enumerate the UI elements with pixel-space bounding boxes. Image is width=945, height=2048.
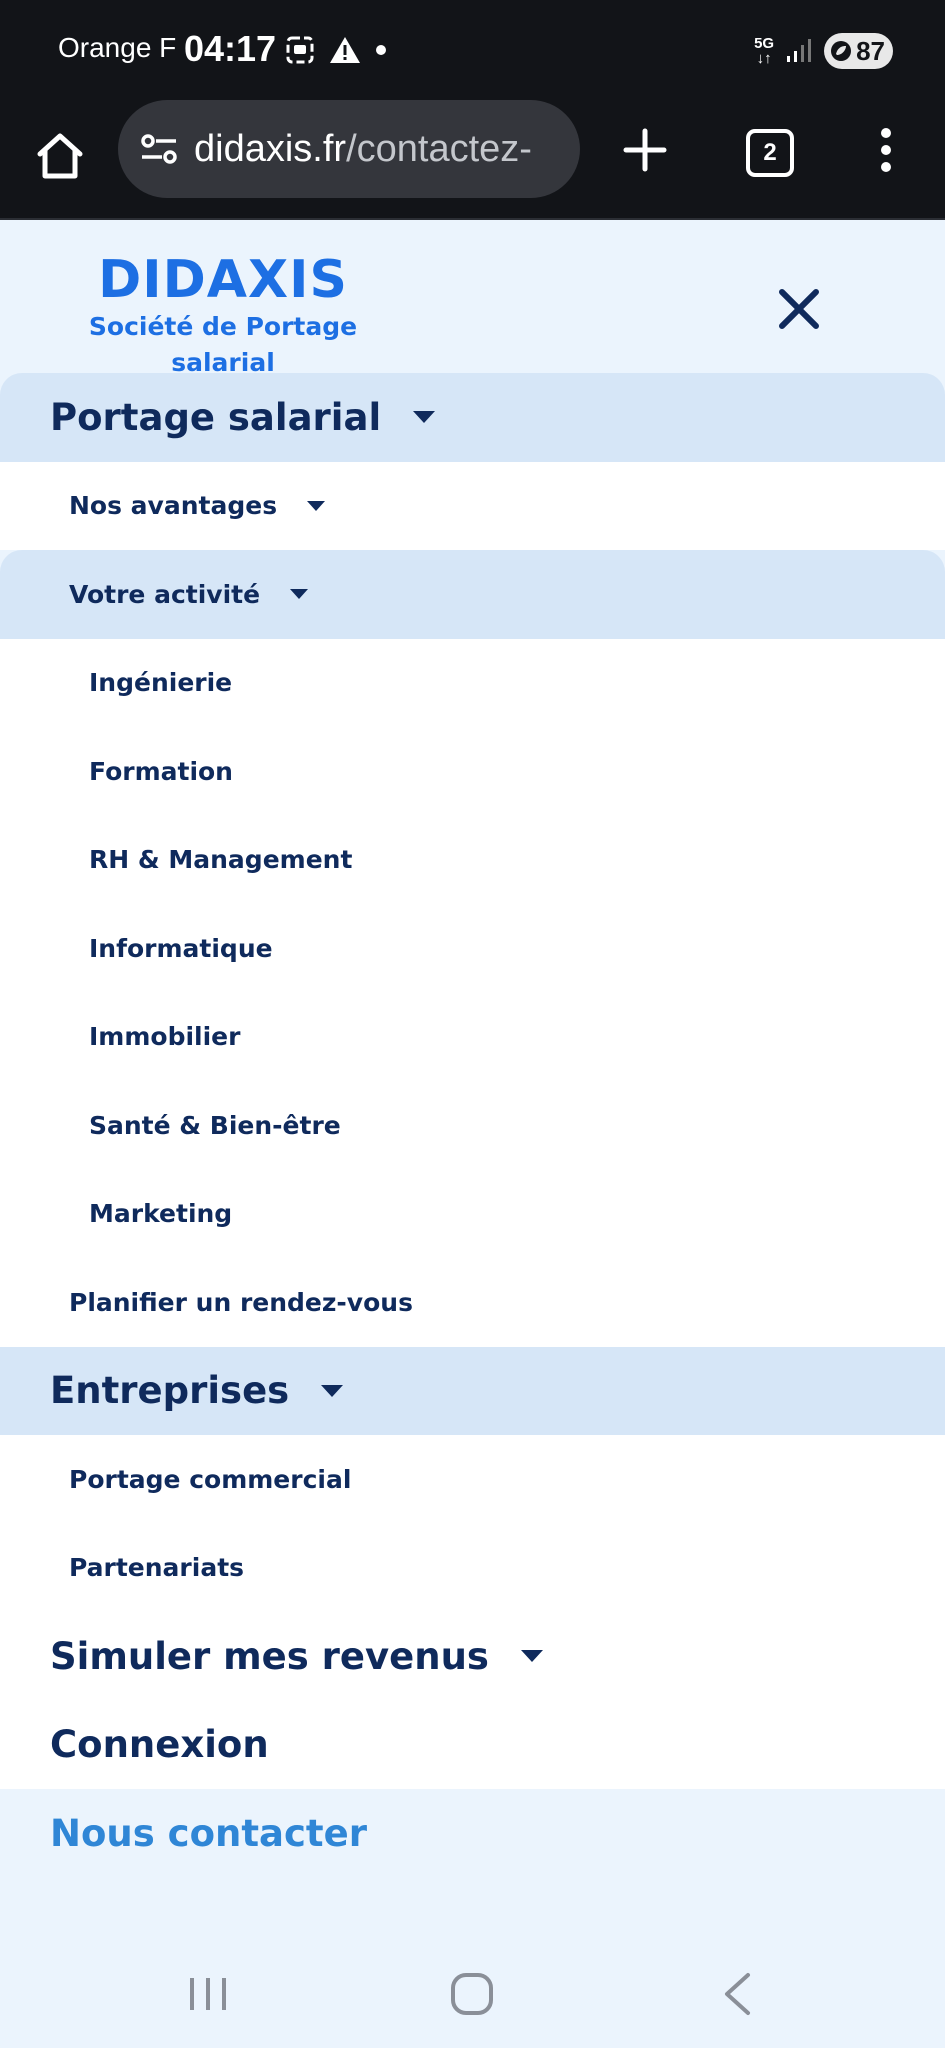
battery-saver-icon <box>831 41 852 61</box>
menu-label: Informatique <box>89 933 273 963</box>
browser-toolbar: didaxis.fr/contactez- 2 <box>0 100 945 220</box>
menu-label: Partenariats <box>69 1553 245 1583</box>
menu-item-partenariats[interactable]: Partenariats <box>0 1523 945 1612</box>
menu-label: Portage commercial <box>69 1464 352 1494</box>
caret-down-icon <box>290 589 309 600</box>
menu-item-simuler-revenus[interactable]: Simuler mes revenus <box>0 1612 945 1701</box>
menu-item-entreprises[interactable]: Entreprises <box>0 1346 945 1435</box>
menu-label: Connexion <box>50 1723 269 1767</box>
close-icon[interactable] <box>778 288 820 330</box>
back-icon[interactable] <box>722 1972 752 2016</box>
menu-item-portage-salarial[interactable]: Portage salarial <box>0 373 945 462</box>
url-path: /contactez- <box>346 127 532 170</box>
address-bar[interactable]: didaxis.fr/contactez- <box>118 100 580 198</box>
signal-icon <box>787 39 812 62</box>
menu-label: Formation <box>89 756 233 786</box>
menu-item-formation[interactable]: Formation <box>0 727 945 816</box>
battery-indicator: 87 <box>824 33 893 69</box>
logo-text: DIDAXIS <box>98 250 348 310</box>
menu-item-nos-avantages[interactable]: Nos avantages <box>0 461 945 550</box>
caret-down-icon <box>307 500 326 511</box>
dot-icon <box>376 45 386 55</box>
caret-down-icon <box>520 1650 543 1663</box>
url-host: didaxis.fr <box>194 127 347 170</box>
web-page: DIDAXIS Société de Portage salarial Port… <box>0 220 945 1938</box>
caret-down-icon <box>321 1384 344 1397</box>
more-icon[interactable] <box>872 125 900 175</box>
carrier-name: Orange F <box>58 32 177 63</box>
menu-label: Nos avantages <box>69 491 278 521</box>
main-menu: Portage salarial Nos avantages Votre act… <box>0 373 945 1878</box>
menu-label: Planifier un rendez-vous <box>69 1287 413 1317</box>
caret-down-icon <box>413 411 436 424</box>
home-icon[interactable] <box>32 128 88 184</box>
menu-label: Portage salarial <box>50 395 382 439</box>
menu-label: Nous contacter <box>50 1811 367 1855</box>
url-text[interactable]: didaxis.fr/contactez- <box>194 128 574 171</box>
logo-tagline-1: Société de Portage <box>88 312 358 341</box>
menu-label: RH & Management <box>89 845 353 875</box>
menu-item-portage-commercial[interactable]: Portage commercial <box>0 1435 945 1524</box>
menu-item-votre-activite[interactable]: Votre activité <box>0 550 945 639</box>
menu-item-ingenierie[interactable]: Ingénierie <box>0 638 945 727</box>
menu-item-nous-contacter[interactable]: Nous contacter <box>0 1789 945 1878</box>
menu-label: Ingénierie <box>89 668 233 698</box>
recents-icon[interactable] <box>188 1976 228 2012</box>
site-settings-icon[interactable] <box>138 128 180 170</box>
system-nav-bar <box>0 1938 945 2048</box>
menu-label: Simuler mes revenus <box>50 1634 489 1678</box>
menu-label: Votre activité <box>69 579 261 609</box>
home-nav-icon[interactable] <box>450 1972 494 2016</box>
new-tab-icon[interactable] <box>620 125 670 175</box>
clock: 04:17 <box>184 28 277 69</box>
menu-label: Entreprises <box>50 1369 290 1413</box>
tabs-button[interactable]: 2 <box>746 129 794 177</box>
menu-item-planifier-rdv[interactable]: Planifier un rendez-vous <box>0 1258 945 1347</box>
menu-item-marketing[interactable]: Marketing <box>0 1169 945 1258</box>
menu-label: Santé & Bien-être <box>89 1110 341 1140</box>
status-bar: Orange F 04:17 5G ↓↑ 87 <box>0 0 945 100</box>
menu-item-rh-management[interactable]: RH & Management <box>0 815 945 904</box>
battery-level: 87 <box>856 35 885 66</box>
menu-item-immobilier[interactable]: Immobilier <box>0 992 945 1081</box>
menu-label: Immobilier <box>89 1022 241 1052</box>
notification-icons <box>285 30 387 70</box>
warning-icon <box>330 37 360 63</box>
menu-item-informatique[interactable]: Informatique <box>0 904 945 993</box>
menu-item-connexion[interactable]: Connexion <box>0 1700 945 1789</box>
screenshot-icon <box>286 36 314 64</box>
menu-label: Marketing <box>89 1199 233 1229</box>
system-icons: 5G ↓↑ 87 <box>754 30 893 72</box>
network-type: 5G ↓↑ <box>754 35 775 67</box>
menu-item-sante-bien-etre[interactable]: Santé & Bien-être <box>0 1081 945 1170</box>
site-logo[interactable]: DIDAXIS Société de Portage salarial <box>88 252 358 380</box>
